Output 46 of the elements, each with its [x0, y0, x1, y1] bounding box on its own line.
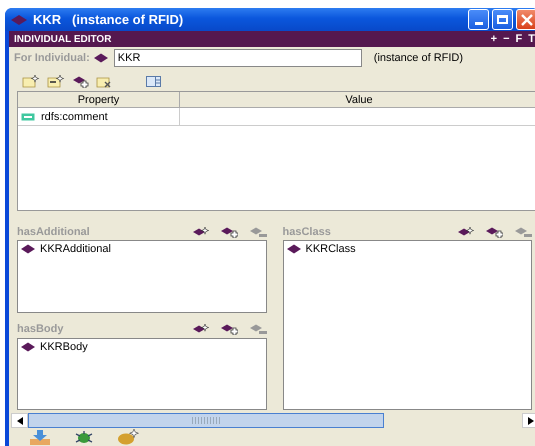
minimize-button[interactable]: [468, 9, 489, 30]
header-button[interactable]: T: [528, 33, 535, 45]
header-button[interactable]: F: [516, 33, 522, 45]
add-individual-icon[interactable]: [485, 226, 503, 238]
create-individual-icon[interactable]: [457, 226, 474, 236]
editor-title: INDIVIDUAL EDITOR: [14, 34, 112, 44]
new-note-icon[interactable]: [22, 75, 40, 88]
maximize-button[interactable]: [492, 9, 513, 30]
left-arrow-icon: [16, 416, 22, 424]
horizontal-scrollbar[interactable]: [11, 413, 535, 428]
window-icon: [11, 14, 27, 26]
list-item[interactable]: KKRBody: [40, 340, 88, 352]
header-button[interactable]: −: [503, 33, 510, 45]
close-button[interactable]: [516, 9, 535, 30]
create-instance-icon[interactable]: [117, 429, 139, 445]
individual-icon: [21, 342, 35, 352]
scrollbar-thumb[interactable]: [28, 413, 384, 428]
column-header[interactable]: Value: [180, 92, 535, 108]
table-cell: rdfs:comment: [41, 110, 108, 122]
list-item[interactable]: KKRAdditional: [40, 243, 111, 255]
panel-title: hasAdditional: [17, 226, 90, 238]
individual-icon: [94, 53, 108, 63]
new-document-icon[interactable]: [47, 75, 65, 88]
scroll-left-button[interactable]: [11, 413, 28, 428]
individual-name-field[interactable]: KKR: [114, 49, 362, 67]
header-button[interactable]: +: [490, 33, 498, 45]
column-header[interactable]: Property: [18, 92, 180, 108]
individual-icon: [286, 244, 300, 254]
add-individual-icon[interactable]: [220, 323, 238, 335]
layout-icon[interactable]: [146, 75, 161, 88]
right-arrow-icon: [528, 416, 534, 424]
delete-note-icon[interactable]: [96, 75, 112, 88]
property-type-icon: [21, 112, 35, 120]
panel-title: hasBody: [17, 323, 64, 335]
panel-title: hasClass: [282, 226, 331, 238]
window-title: KKR (instance of RFID): [33, 12, 184, 27]
add-individual-icon[interactable]: [72, 75, 89, 88]
scroll-right-button[interactable]: [522, 413, 535, 428]
list-item[interactable]: KKRClass: [306, 243, 356, 255]
add-individual-icon[interactable]: [220, 226, 238, 238]
instance-type-text: (instance of RFID): [374, 52, 464, 64]
bug-icon[interactable]: [75, 430, 93, 444]
create-individual-icon[interactable]: [192, 324, 208, 334]
create-individual-icon[interactable]: [192, 226, 208, 236]
field-label: For Individual:: [14, 52, 90, 64]
individual-icon: [21, 244, 35, 254]
